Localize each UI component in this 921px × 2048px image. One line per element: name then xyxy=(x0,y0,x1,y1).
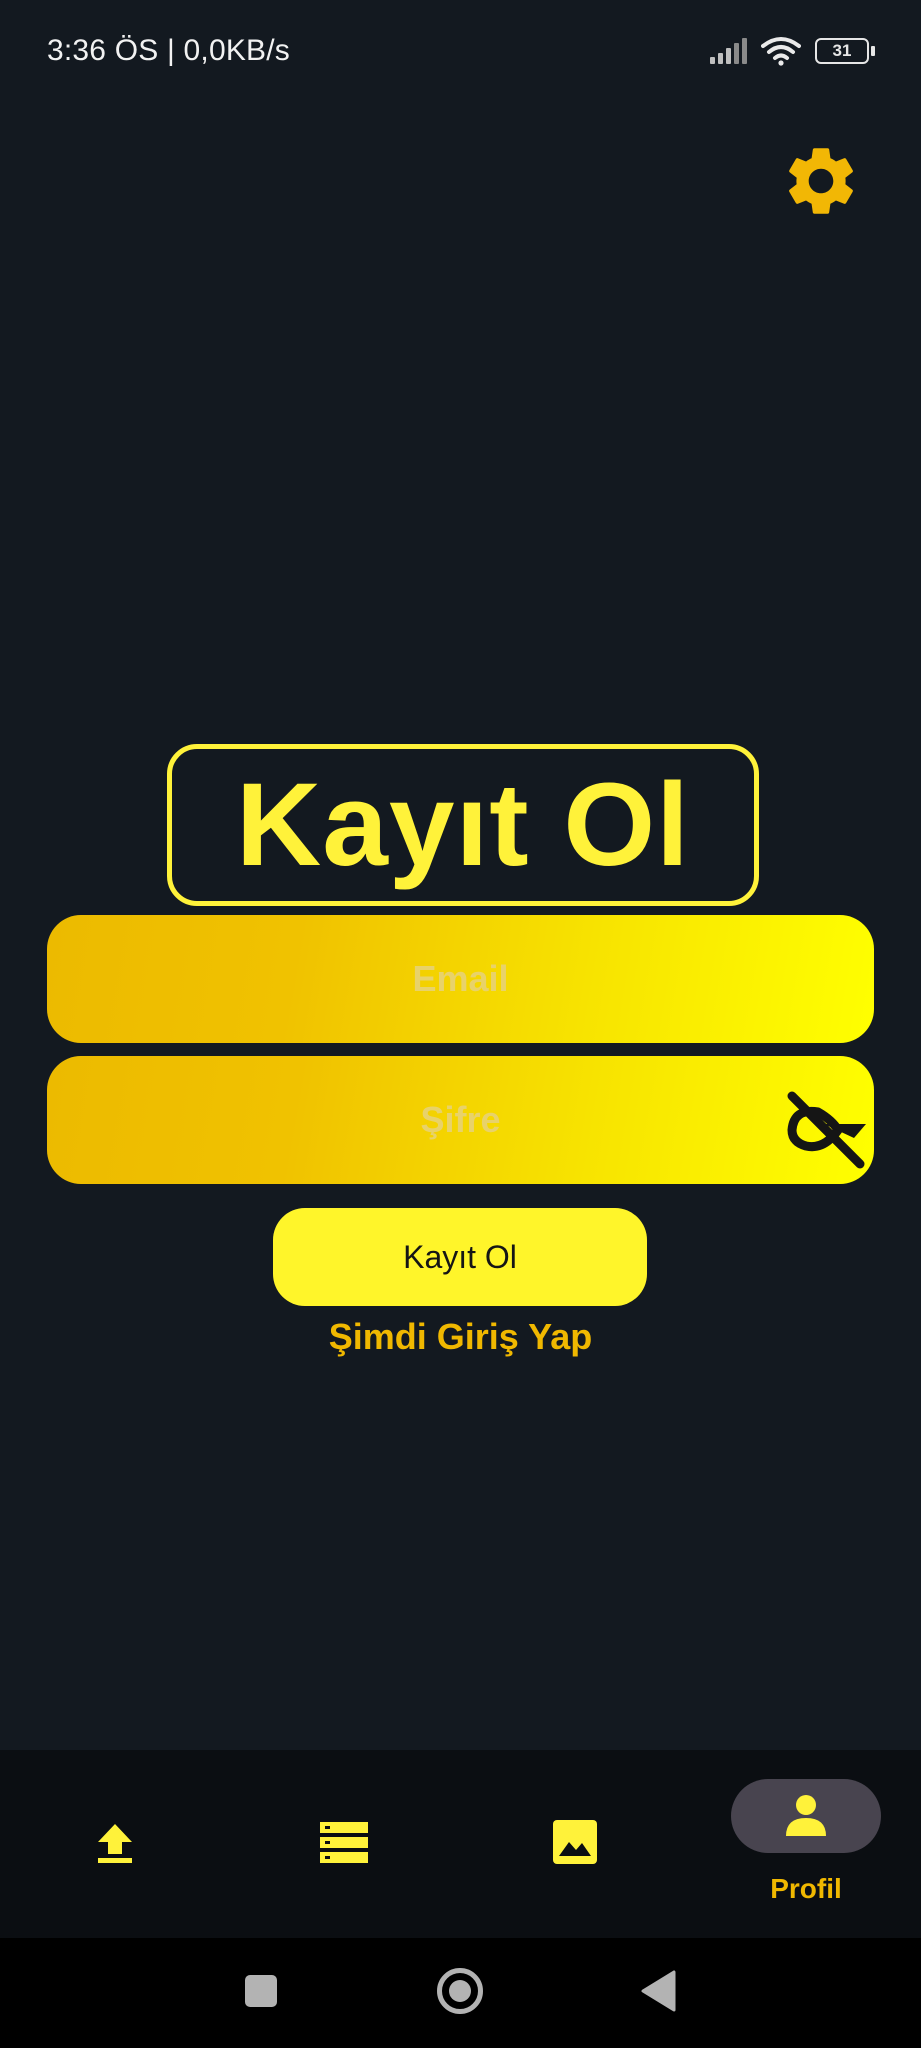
status-time-network: 3:36 ÖS | 0,0KB/s xyxy=(47,34,290,67)
nav-item-list[interactable] xyxy=(230,1750,460,1938)
home-icon[interactable] xyxy=(437,1968,483,2014)
system-nav xyxy=(0,1938,921,2048)
gear-icon[interactable] xyxy=(780,140,862,222)
nav-item-profile[interactable]: Profil xyxy=(690,1750,921,1938)
battery-level: 31 xyxy=(832,41,852,60)
email-placeholder: Email xyxy=(412,958,509,999)
image-icon xyxy=(553,1820,597,1864)
page-title: Kayıt Ol xyxy=(236,759,690,891)
nav-item-gallery[interactable] xyxy=(460,1750,690,1938)
register-button[interactable]: Kayıt Ol xyxy=(273,1208,647,1306)
password-field[interactable]: Şifre xyxy=(47,1056,874,1184)
signal-icon xyxy=(710,38,747,64)
status-bar: 3:36 ÖS | 0,0KB/s 31 xyxy=(0,0,921,104)
visibility-off-icon[interactable] xyxy=(784,1090,870,1170)
password-placeholder: Şifre xyxy=(420,1099,501,1140)
email-field[interactable]: Email xyxy=(47,915,874,1043)
status-icons: 31 xyxy=(710,36,875,66)
wifi-icon xyxy=(761,37,801,66)
list-icon xyxy=(320,1822,368,1863)
nav-item-upload[interactable] xyxy=(0,1750,230,1938)
upload-icon xyxy=(98,1824,132,1863)
register-title-box: Kayıt Ol xyxy=(167,744,759,906)
profile-label: Profil xyxy=(770,1873,842,1904)
person-icon xyxy=(786,1795,826,1836)
battery-icon: 31 xyxy=(815,38,875,64)
bottom-nav: Profil xyxy=(0,1750,921,1938)
back-icon[interactable] xyxy=(640,1970,676,2012)
login-link[interactable]: Şimdi Giriş Yap xyxy=(0,1316,921,1358)
recents-icon[interactable] xyxy=(245,1975,277,2007)
